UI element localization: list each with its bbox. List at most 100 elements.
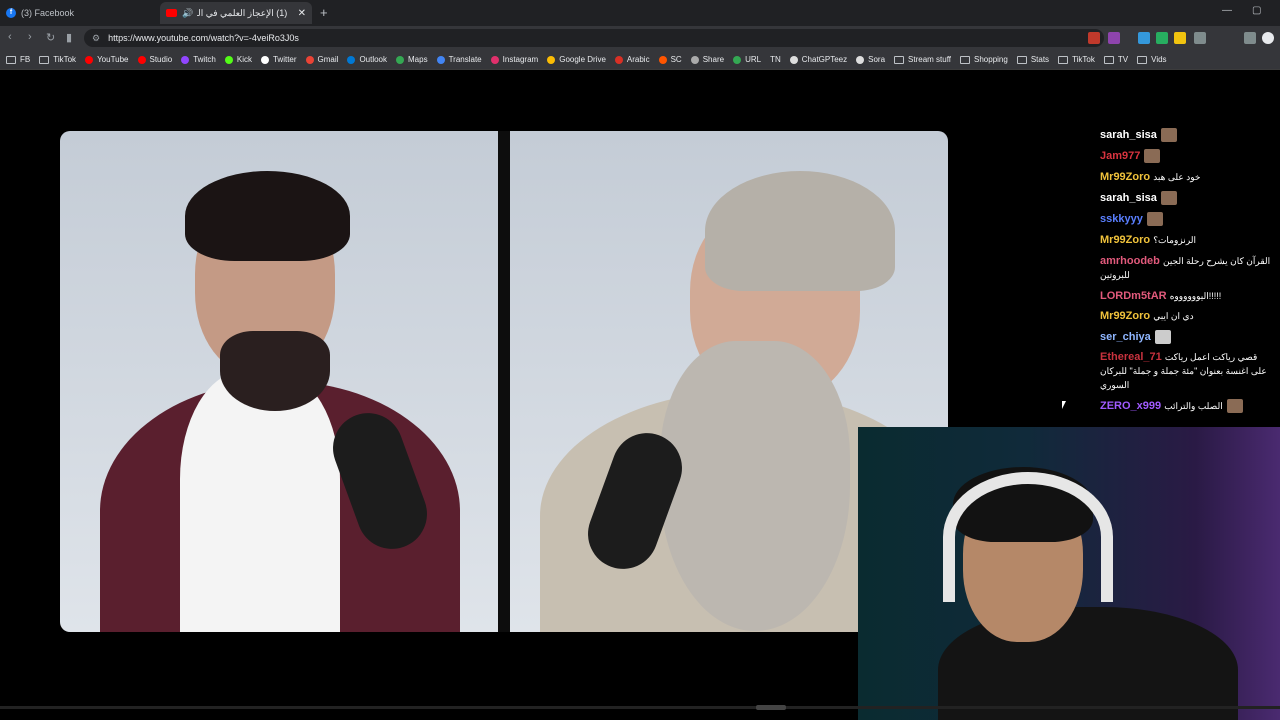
headphones (943, 472, 1113, 602)
reload-icon[interactable]: ↻ (46, 31, 55, 44)
extension-icon[interactable] (1156, 32, 1168, 44)
bookmark-item[interactable]: TikTok (1058, 55, 1095, 64)
bookmark-item[interactable]: FB (6, 55, 30, 64)
extension-icon[interactable] (1088, 32, 1100, 44)
url-input[interactable]: ⚙ https://www.youtube.com/watch?v=-4veiR… (84, 29, 1104, 47)
media-icon[interactable] (1244, 32, 1256, 44)
chat-message: ser_chiya (1100, 330, 1275, 345)
chat-username: sarah_sisa (1100, 192, 1157, 204)
video-player[interactable] (60, 131, 948, 632)
share-icon (690, 55, 699, 64)
bookmark-item[interactable]: Studio (137, 55, 172, 64)
bookmark-item[interactable]: Sora (856, 55, 885, 64)
bookmark-item[interactable]: Maps (396, 55, 428, 64)
chat-username: Ethereal_71 (1100, 351, 1162, 363)
outlook-icon (347, 55, 356, 64)
bookmark-item[interactable]: Instagram (490, 55, 538, 64)
folder-icon (894, 55, 905, 64)
translate-icon (436, 55, 445, 64)
bookmark-item[interactable]: Stats (1016, 55, 1049, 64)
chat-message: Mr99Zoro الرنزومات؟ (1100, 233, 1275, 247)
bookmark-item[interactable]: TikTok (39, 55, 76, 64)
address-bar: ‹ › ↻ ▮ ⚙ https://www.youtube.com/watch?… (0, 26, 1280, 50)
bookmark-item[interactable]: Gmail (305, 55, 338, 64)
chat-message: Jam977 (1100, 149, 1275, 164)
folder-icon (6, 55, 16, 64)
profile-icon[interactable] (1262, 32, 1274, 44)
bookmark-item[interactable]: Stream stuff (894, 55, 951, 64)
chat-username: Mr99Zoro (1100, 310, 1151, 322)
bookmark-item[interactable]: SC (658, 55, 682, 64)
minimize-icon[interactable]: — (1222, 5, 1232, 16)
soundcloud-icon (658, 55, 667, 64)
emote-icon (1154, 330, 1171, 345)
chat-message: Mr99Zoro خود على هبد (1100, 170, 1275, 184)
chat-message: Ethereal_71 قصي رياكت اعمل رياكت على اغن… (1100, 350, 1275, 392)
chat-username: ZERO_x999 (1100, 400, 1162, 412)
bookmark-item[interactable]: Share (690, 55, 724, 64)
back-icon[interactable]: ‹ (8, 31, 12, 43)
emote-icon (1144, 149, 1161, 164)
chat-message: LORDm5tAR اليووووووه!!!!! (1100, 289, 1275, 303)
twitter-icon (260, 55, 269, 64)
maximize-icon[interactable]: ▢ (1252, 5, 1261, 16)
close-icon[interactable]: ✕ (298, 8, 306, 19)
bookmark-item[interactable]: Google Drive (547, 55, 606, 64)
twitch-icon (181, 55, 190, 64)
shirt (180, 371, 340, 632)
extensions-icon[interactable] (1194, 32, 1206, 44)
tab-facebook[interactable]: f (3) Facebook (6, 2, 156, 24)
bookmark-item[interactable]: YouTube (85, 55, 129, 64)
hair (185, 171, 350, 261)
new-tab-button[interactable]: + (320, 5, 328, 20)
video-progress-bar[interactable] (0, 706, 1280, 709)
chat-message: sarah_sisa (1100, 191, 1275, 206)
bookmark-item[interactable]: Twitch (181, 55, 216, 64)
beard (220, 331, 330, 411)
bookmark-item[interactable]: ChatGPTeez (789, 55, 847, 64)
chat-username: Jam977 (1100, 150, 1141, 162)
bookmarks-bar: FB TikTok YouTube Studio Twitch Kick Twi… (0, 50, 1280, 70)
chat-message: amrhoodeb القرآن كان يشرح رحلة الجين للب… (1100, 254, 1275, 282)
folder-icon (960, 55, 971, 64)
folder-icon (39, 55, 50, 64)
extension-icon[interactable] (1108, 32, 1120, 44)
extension-icon[interactable] (1138, 32, 1150, 44)
forward-icon[interactable]: › (28, 31, 32, 43)
extension-icon[interactable] (1174, 32, 1186, 44)
chat-username: ser_chiya (1100, 331, 1151, 343)
beard (660, 341, 850, 631)
maps-icon (396, 55, 405, 64)
site-info-icon[interactable]: ⚙ (92, 33, 100, 44)
mouse-cursor (1062, 401, 1066, 409)
studio-icon (137, 55, 146, 64)
facebook-icon: f (6, 8, 16, 18)
bookmark-item[interactable]: Translate (436, 55, 482, 64)
url-text: https://www.youtube.com/watch?v=-4veiRo3… (108, 33, 299, 43)
bookmark-item[interactable]: Outlook (347, 55, 387, 64)
scrollbar-thumb[interactable] (756, 705, 786, 710)
bookmark-item[interactable]: URL (733, 55, 761, 64)
chat-username: sarah_sisa (1100, 129, 1157, 141)
chat-message: Mr99Zoro دي ان ايبي (1100, 309, 1275, 323)
folder-icon (1137, 55, 1148, 64)
chat-message: sskkyyy (1100, 212, 1275, 227)
bookmark-item[interactable]: TN (770, 55, 781, 64)
bookmark-icon[interactable]: ▮ (66, 31, 72, 44)
sora-icon (856, 55, 865, 64)
chat-message: sarah_sisa (1100, 128, 1275, 143)
bookmark-item[interactable]: Shopping (960, 55, 1008, 64)
bookmark-item[interactable]: Kick (224, 55, 252, 64)
bookmark-item[interactable]: Arabic (614, 55, 650, 64)
chat-text: خود على هبد (1153, 172, 1201, 182)
emote-icon (1226, 399, 1243, 414)
chat-username: sskkyyy (1100, 213, 1143, 225)
bookmark-item[interactable]: TV (1103, 55, 1128, 64)
audio-icon[interactable]: 🔊 (182, 8, 193, 19)
tab-youtube[interactable]: 🔊 (1) الإعجاز العلمي في القرآن - ✕ (160, 2, 312, 24)
chat-text: الصلب والترائب (1164, 401, 1223, 411)
chatgpt-icon (789, 55, 798, 64)
bookmark-item[interactable]: Vids (1137, 55, 1167, 64)
emote-icon (1160, 128, 1177, 143)
bookmark-item[interactable]: Twitter (260, 55, 297, 64)
